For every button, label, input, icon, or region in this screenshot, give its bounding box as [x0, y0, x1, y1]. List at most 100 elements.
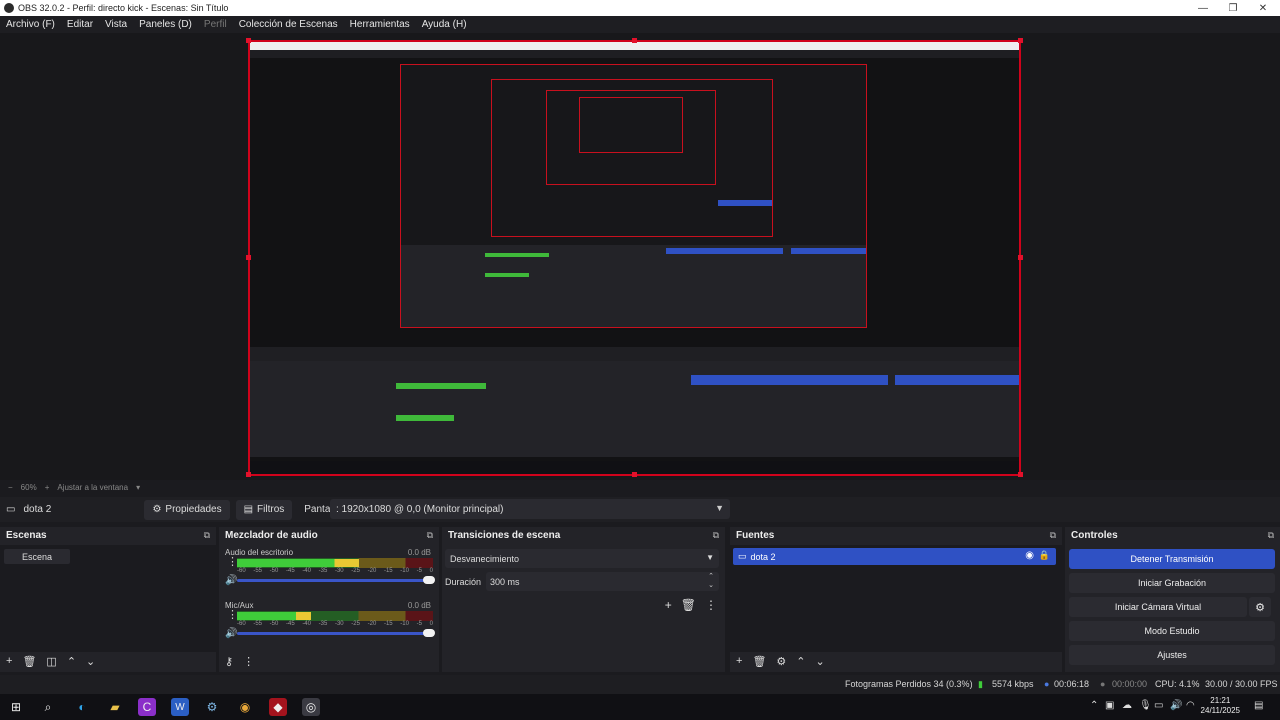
- menu-editar[interactable]: Editar: [61, 19, 99, 30]
- remove-source-icon[interactable]: 🗑: [752, 655, 766, 668]
- undock-icon[interactable]: ⧉: [1050, 530, 1056, 541]
- transitions-header: Transiciones de escena ⧉: [442, 527, 725, 543]
- volume-tray-icon[interactable]: 🔊: [1170, 700, 1182, 711]
- tray-chevron-icon[interactable]: ⌃: [1090, 700, 1098, 711]
- remove-transition-icon[interactable]: 🗑: [681, 598, 696, 612]
- transition-select[interactable]: Desvanecimiento ▼: [445, 549, 719, 568]
- obs-logo-icon: [4, 3, 14, 13]
- dota-icon[interactable]: ◆: [269, 698, 287, 716]
- menu-vista[interactable]: Vista: [99, 19, 133, 30]
- resize-handle-b[interactable]: [632, 472, 637, 477]
- menu-paneles[interactable]: Paneles (D): [133, 19, 198, 30]
- add-source-icon[interactable]: +: [736, 655, 742, 667]
- move-up-icon[interactable]: ⌃: [67, 655, 76, 668]
- settings-button[interactable]: Ajustes: [1069, 645, 1275, 665]
- lock-icon[interactable]: 🔒: [1039, 550, 1050, 561]
- studio-mode-button[interactable]: Modo Estudio: [1069, 621, 1275, 641]
- taskbar-clock[interactable]: 21:21 24/11/2025: [1201, 696, 1240, 716]
- slider-knob[interactable]: [423, 629, 435, 637]
- slider-knob[interactable]: [423, 576, 435, 584]
- undock-icon[interactable]: ⧉: [713, 530, 719, 541]
- add-transition-icon[interactable]: +: [665, 598, 672, 612]
- search-icon[interactable]: ⌕: [39, 698, 57, 716]
- preview-area[interactable]: [0, 33, 1280, 480]
- duration-input[interactable]: 300 ms ⌃ ⌄: [486, 572, 719, 591]
- edge-icon[interactable]: ◐: [73, 698, 91, 716]
- minimize-button[interactable]: —: [1188, 0, 1218, 16]
- move-up-icon[interactable]: ⌃: [796, 655, 805, 668]
- virtualcam-settings-icon[interactable]: ⚙: [1249, 597, 1271, 617]
- obs-window: OBS 32.0.2 - Perfil: directo kick - Esce…: [0, 0, 1280, 720]
- display-select-value: : 1920x1080 @ 0,0 (Monitor principal): [336, 503, 504, 515]
- zoom-out-button[interactable]: −: [8, 483, 13, 492]
- filters-button[interactable]: ▤ Filtros: [235, 499, 293, 520]
- transition-menu-icon[interactable]: ⋮: [705, 598, 717, 612]
- fit-to-window-select[interactable]: Ajustar a la ventana: [57, 483, 128, 492]
- volume-slider[interactable]: [237, 576, 435, 584]
- resize-handle-tr[interactable]: [1018, 38, 1023, 43]
- resize-handle-r[interactable]: [1018, 255, 1023, 260]
- cloud-icon[interactable]: ☁: [1122, 700, 1132, 711]
- move-down-icon[interactable]: ⌄: [86, 655, 95, 668]
- undock-icon[interactable]: ⧉: [1268, 530, 1274, 541]
- zoom-in-button[interactable]: +: [45, 483, 50, 492]
- stop-stream-button[interactable]: Detener Transmisión: [1069, 549, 1275, 569]
- resize-handle-bl[interactable]: [246, 472, 251, 477]
- bitrate: 5574 kbps: [992, 679, 1034, 689]
- nested-preview-3: [546, 90, 716, 185]
- display-select[interactable]: : 1920x1080 @ 0,0 (Monitor principal) ▼: [330, 499, 730, 519]
- resize-handle-t[interactable]: [632, 38, 637, 43]
- advanced-audio-icon[interactable]: ⚷: [225, 655, 233, 668]
- source-properties-icon[interactable]: ⚙: [776, 655, 786, 668]
- properties-button[interactable]: ⚙ Propiedades: [144, 499, 230, 520]
- spinner-icon[interactable]: ⌃ ⌄: [708, 572, 714, 590]
- file-explorer-icon[interactable]: ▰: [106, 698, 124, 716]
- canva-icon[interactable]: C: [138, 698, 156, 716]
- scene-item[interactable]: Escena: [4, 549, 70, 564]
- maximize-button[interactable]: ❐: [1218, 0, 1248, 16]
- network-icon[interactable]: ▭: [1154, 700, 1163, 711]
- volume-slider[interactable]: [237, 629, 435, 637]
- menu-herramientas[interactable]: Herramientas: [344, 19, 416, 30]
- start-virtualcam-button[interactable]: Iniciar Cámara Virtual: [1069, 597, 1247, 617]
- menu-coleccion-escenas[interactable]: Colección de Escenas: [233, 19, 344, 30]
- move-down-icon[interactable]: ⌄: [816, 655, 825, 668]
- scene-filters-icon[interactable]: ◫: [46, 655, 56, 668]
- scenes-title: Escenas: [6, 529, 47, 541]
- start-recording-button[interactable]: Iniciar Grabación: [1069, 573, 1275, 593]
- undock-icon[interactable]: ⧉: [204, 530, 210, 541]
- resize-handle-l[interactable]: [246, 255, 251, 260]
- notifications-icon[interactable]: ▤: [1254, 700, 1263, 711]
- windows-start-icon[interactable]: ⊞: [7, 698, 25, 716]
- wifi-icon[interactable]: ◠: [1186, 700, 1195, 711]
- meter-tick-label: -30: [334, 568, 344, 574]
- tray-app-icon[interactable]: ▣: [1105, 700, 1114, 711]
- add-scene-icon[interactable]: +: [6, 655, 12, 667]
- chevron-down-icon[interactable]: ▾: [136, 483, 140, 492]
- steam-icon[interactable]: ⚙: [203, 698, 221, 716]
- nested-meter-a: [396, 383, 486, 389]
- undock-icon[interactable]: ⧉: [427, 530, 433, 541]
- chrome-icon[interactable]: ◉: [236, 698, 254, 716]
- menu-perfil[interactable]: Perfil: [198, 19, 233, 30]
- remove-scene-icon[interactable]: 🗑: [22, 655, 36, 668]
- preview-canvas[interactable]: [248, 40, 1021, 476]
- meter-tick-label: -5: [416, 621, 422, 627]
- resize-handle-br[interactable]: [1018, 472, 1023, 477]
- word-icon[interactable]: W: [171, 698, 189, 716]
- obs-taskbar-icon[interactable]: ◎: [302, 698, 320, 716]
- menu-ayuda[interactable]: Ayuda (H): [416, 19, 473, 30]
- channel-db: 0.0 dB: [407, 601, 431, 610]
- mic-icon[interactable]: 🎙: [1139, 700, 1152, 711]
- meter-tick-label: -10: [400, 621, 409, 627]
- menu-archivo[interactable]: Archivo (F): [0, 19, 61, 30]
- close-button[interactable]: ✕: [1248, 0, 1278, 16]
- transitions-title: Transiciones de escena: [448, 529, 561, 541]
- source-item[interactable]: ▭ dota 2 ◉ 🔒: [733, 548, 1056, 565]
- controls-dock: Controles ⧉ Detener Transmisión Iniciar …: [1065, 527, 1280, 672]
- speaker-icon[interactable]: 🔊: [225, 575, 237, 586]
- mixer-menu-icon[interactable]: ⋮: [243, 655, 254, 668]
- speaker-icon[interactable]: 🔊: [225, 628, 237, 639]
- resize-handle-tl[interactable]: [246, 38, 251, 43]
- eye-icon[interactable]: ◉: [1025, 550, 1034, 561]
